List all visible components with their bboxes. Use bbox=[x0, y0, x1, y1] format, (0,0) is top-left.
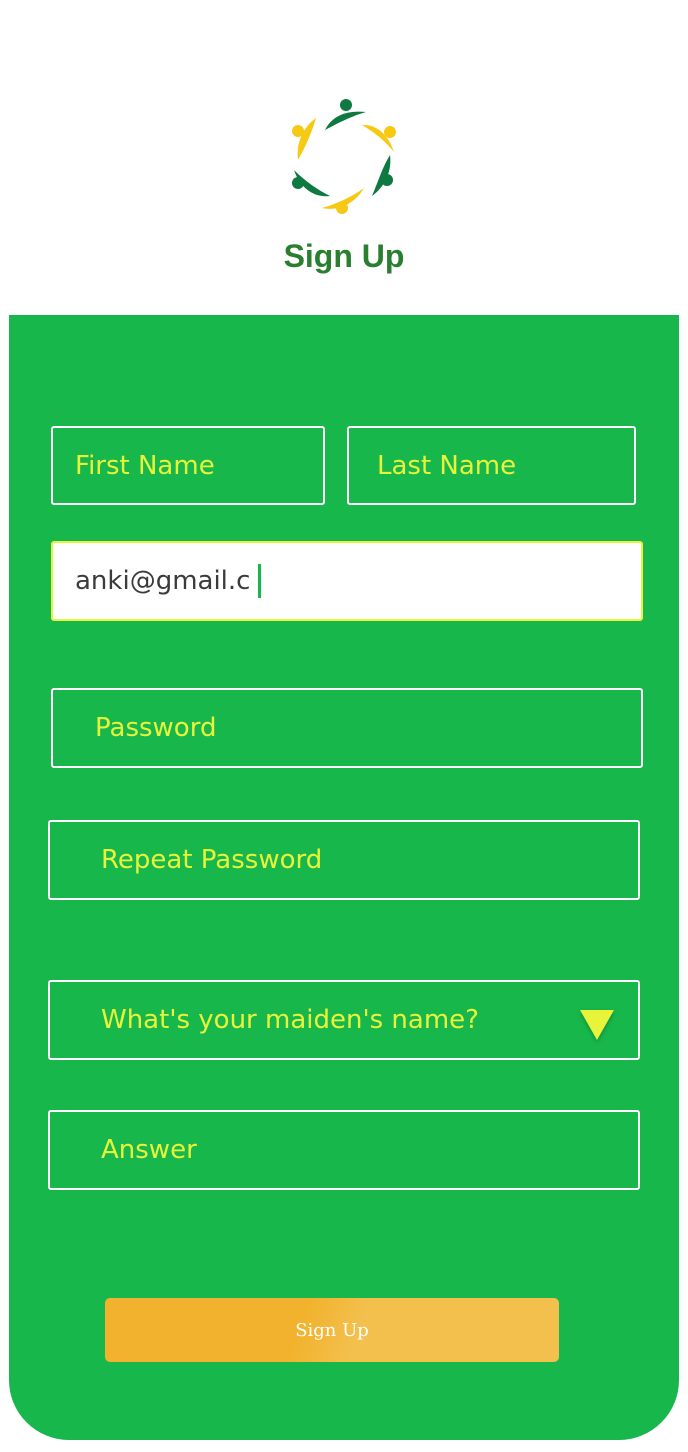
password-placeholder: Password bbox=[95, 713, 217, 743]
password-input[interactable]: Password bbox=[51, 688, 643, 768]
text-caret bbox=[258, 564, 262, 598]
email-text: anki@gmail.c bbox=[75, 566, 251, 596]
email-value: anki@gmail.c bbox=[75, 543, 262, 619]
dropdown-arrow-icon[interactable] bbox=[580, 1010, 614, 1040]
answer-input[interactable]: Answer bbox=[48, 1110, 640, 1190]
people-circle-logo-icon bbox=[292, 99, 396, 214]
sign-up-button[interactable]: Sign Up bbox=[105, 1298, 559, 1362]
brand-logo bbox=[286, 96, 402, 220]
first-name-input[interactable]: First Name bbox=[51, 426, 325, 505]
email-input[interactable]: anki@gmail.c bbox=[51, 541, 643, 621]
last-name-input[interactable]: Last Name bbox=[347, 426, 636, 505]
last-name-placeholder: Last Name bbox=[377, 450, 517, 481]
repeat-password-input[interactable]: Repeat Password bbox=[48, 820, 640, 900]
repeat-password-placeholder: Repeat Password bbox=[101, 845, 323, 875]
security-question-select[interactable]: What's your maiden's name? bbox=[48, 980, 640, 1060]
first-name-placeholder: First Name bbox=[75, 450, 215, 481]
security-question-value: What's your maiden's name? bbox=[101, 1005, 479, 1035]
answer-placeholder: Answer bbox=[101, 1135, 197, 1165]
page-title: Sign Up bbox=[283, 238, 405, 274]
